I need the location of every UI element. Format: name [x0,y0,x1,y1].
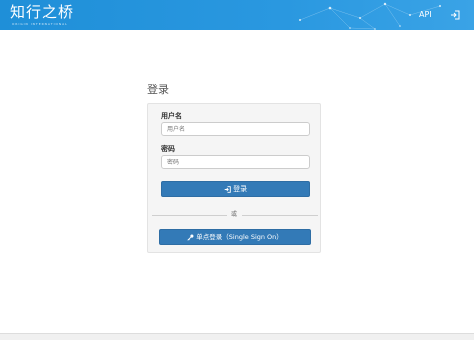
login-button-label: 登录 [233,185,248,193]
sso-button[interactable]: 单点登录（Single Sign On） [159,229,311,245]
logo-text[interactable]: 知行之桥 [10,2,74,22]
sign-in-icon[interactable] [450,10,460,20]
network-decoration [299,2,441,30]
page-title: 登录 [147,83,169,96]
divider-or: 或 [231,211,238,218]
login-panel: 用户名 密码 登录 或 单点登录（Single Sign On） [147,103,321,253]
key-icon [187,234,194,241]
top-navbar: 知行之桥 ORIGIN INTERNATIONAL API [0,0,474,30]
sign-in-icon [224,185,231,193]
nav-api-link[interactable]: API [419,9,432,21]
logo-subtitle: ORIGIN INTERNATIONAL [12,22,68,26]
username-input[interactable] [161,122,310,136]
login-button[interactable]: 登录 [161,181,310,197]
divider-left [152,215,227,216]
username-label: 用户名 [161,112,182,120]
password-input[interactable] [161,155,310,169]
password-label: 密码 [161,145,175,153]
divider-right [242,215,318,216]
sso-button-label: 单点登录（Single Sign On） [196,233,283,241]
